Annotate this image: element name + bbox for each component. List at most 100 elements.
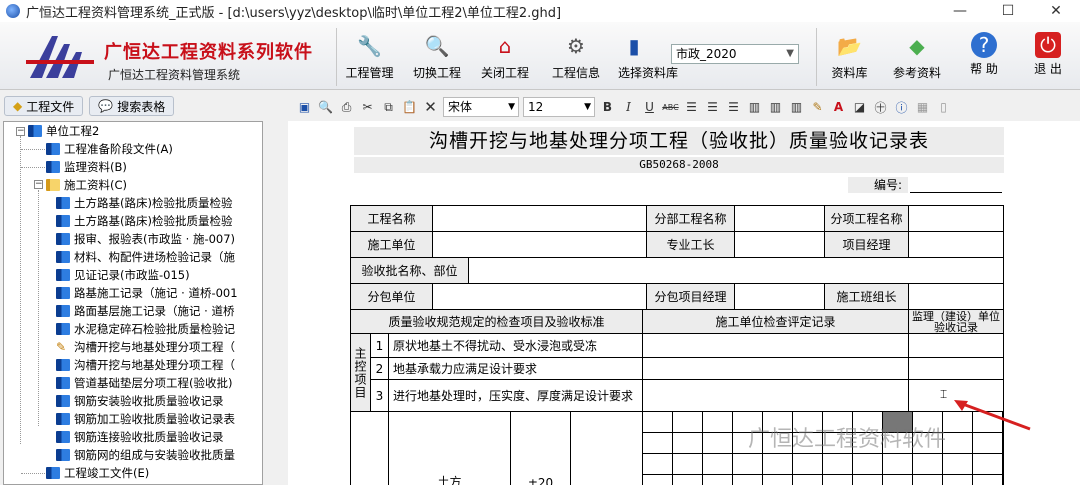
measure-cell[interactable] xyxy=(643,412,673,433)
underline-button[interactable]: U xyxy=(641,99,658,116)
measure-cell[interactable] xyxy=(943,475,973,485)
measure-cell[interactable] xyxy=(793,475,823,485)
project-info-button[interactable]: ⚙ 工程信息 xyxy=(542,28,610,86)
tree-item[interactable]: 见证记录(市政监-015) xyxy=(56,266,190,284)
library-select[interactable]: 市政_2020 ▼ xyxy=(671,44,799,64)
paste-icon[interactable]: 📋 xyxy=(401,99,418,116)
close-window-button[interactable]: ✕ xyxy=(1032,0,1080,22)
grid-icon[interactable]: ▦ xyxy=(914,99,931,116)
measure-cell[interactable] xyxy=(673,475,703,485)
tree-root[interactable]: 单位工程2 xyxy=(28,122,99,140)
measure-cell[interactable] xyxy=(853,475,883,485)
tree-item[interactable]: 钢筋网的组成与安装验收批质量 xyxy=(56,446,235,464)
distribute-icon[interactable]: ▥ xyxy=(767,99,784,116)
tree-item[interactable]: 管道基础垫层分项工程(验收批) xyxy=(56,374,232,392)
measure-cell[interactable] xyxy=(883,475,913,485)
measure-cell[interactable] xyxy=(823,475,853,485)
measure-cell[interactable] xyxy=(763,454,793,475)
justify-icon[interactable]: ▥ xyxy=(746,99,763,116)
measure-cell[interactable] xyxy=(853,454,883,475)
tree-item[interactable]: 路基施工记录（施记 · 道桥-001 xyxy=(56,284,238,302)
switch-project-button[interactable]: 🔍 切换工程 xyxy=(404,28,470,86)
measure-cell[interactable] xyxy=(643,475,673,485)
measure-cell[interactable] xyxy=(793,454,823,475)
input-cell[interactable] xyxy=(433,232,647,258)
exit-button[interactable]: ⏻ 退 出 xyxy=(1020,28,1076,86)
tree-item[interactable]: 钢筋安装验收批质量验收记录 xyxy=(56,392,224,410)
tree-item[interactable]: 钢筋连接验收批质量验收记录 xyxy=(56,428,224,446)
maximize-button[interactable]: ☐ xyxy=(984,0,1032,22)
tree-item-selected[interactable]: ✎ 沟槽开挖与地基处理分项工程（ xyxy=(56,338,235,356)
print-icon[interactable]: ⎙ xyxy=(338,99,355,116)
input-cell[interactable] xyxy=(433,206,647,232)
input-cell[interactable] xyxy=(909,334,1003,358)
measure-cell[interactable] xyxy=(733,454,763,475)
close-project-button[interactable]: ⌂ 关闭工程 xyxy=(472,28,538,86)
italic-button[interactable]: I xyxy=(620,99,637,116)
font-select[interactable]: 宋体 ▼ xyxy=(443,97,519,117)
fill-color-icon[interactable]: ◪ xyxy=(851,99,868,116)
measure-cell[interactable] xyxy=(973,433,1003,454)
info-icon[interactable]: ⓘ xyxy=(893,99,910,116)
input-cell[interactable] xyxy=(909,358,1003,380)
symbol-icon[interactable]: ㊉ xyxy=(872,99,889,116)
align-center-icon[interactable]: ☰ xyxy=(704,99,721,116)
measure-cell[interactable] xyxy=(673,454,703,475)
help-button[interactable]: ? 帮 助 xyxy=(952,28,1016,86)
edit-icon[interactable]: ✎ xyxy=(809,99,826,116)
tree-item[interactable]: 工程准备阶段文件(A) xyxy=(46,140,173,158)
preview-icon[interactable]: 🔍 xyxy=(317,99,334,116)
tab-project-files[interactable]: ◆ 工程文件 xyxy=(4,96,84,116)
measure-cell[interactable] xyxy=(883,454,913,475)
align-right-icon[interactable]: ☰ xyxy=(725,99,742,116)
font-color-icon[interactable]: A xyxy=(830,99,847,116)
measure-cell[interactable] xyxy=(943,433,973,454)
measure-cell[interactable] xyxy=(823,454,853,475)
columns-icon[interactable]: ▥ xyxy=(788,99,805,116)
measure-cell[interactable] xyxy=(913,454,943,475)
number-field[interactable] xyxy=(910,192,1002,193)
tree-item[interactable]: 报审、报验表(市政监 · 施-007) xyxy=(56,230,235,248)
measure-cell[interactable] xyxy=(973,475,1003,485)
measure-cell[interactable] xyxy=(973,454,1003,475)
library-button[interactable]: 📂 资料库 xyxy=(816,28,882,86)
tree-item[interactable]: 监理资料(B) xyxy=(46,158,127,176)
copy-icon[interactable]: ⧉ xyxy=(380,99,397,116)
measure-cell[interactable] xyxy=(913,475,943,485)
cut-icon[interactable]: ✂ xyxy=(359,99,376,116)
measure-cell[interactable] xyxy=(703,433,733,454)
tree-item[interactable]: 水泥稳定碎石检验批质量检验记 xyxy=(56,320,235,338)
tab-search-tables[interactable]: 💬 搜索表格 xyxy=(89,96,175,116)
measure-cell[interactable] xyxy=(763,475,793,485)
tree-item[interactable]: 沟槽开挖与地基处理分项工程（ xyxy=(56,356,235,374)
tree-item[interactable]: 工程竣工文件(E) xyxy=(46,464,149,482)
measure-cell[interactable] xyxy=(643,433,673,454)
tree-item[interactable]: 路面基层施工记录（施记 · 道桥 xyxy=(56,302,234,320)
input-cell[interactable] xyxy=(643,380,909,412)
measure-cell[interactable] xyxy=(943,454,973,475)
input-cell[interactable] xyxy=(571,412,643,485)
input-cell[interactable] xyxy=(643,334,909,358)
delete-icon[interactable]: ✕ xyxy=(422,98,439,116)
align-left-icon[interactable]: ☰ xyxy=(683,99,700,116)
tree-item[interactable]: 材料、构配件进场检验记录（施 xyxy=(56,248,235,266)
measure-cell[interactable] xyxy=(703,454,733,475)
input-cell[interactable] xyxy=(735,206,825,232)
input-cell[interactable] xyxy=(469,258,1003,284)
strike-button[interactable]: ABC xyxy=(662,99,679,116)
save-icon[interactable]: ▣ xyxy=(296,99,313,116)
tree-item[interactable]: 钢筋加工验收批质量验收记录表 xyxy=(56,410,235,428)
font-size-select[interactable]: 12 ▼ xyxy=(523,97,595,117)
reference-button[interactable]: ◆ 参考资料 xyxy=(884,28,950,86)
input-cell[interactable] xyxy=(433,284,647,310)
input-cell[interactable] xyxy=(909,284,1003,310)
tree-item[interactable]: 土方路基(路床)检验批质量检验 xyxy=(56,194,232,212)
input-cell[interactable] xyxy=(643,358,909,380)
measure-cell[interactable] xyxy=(673,433,703,454)
measure-cell[interactable] xyxy=(733,475,763,485)
measure-cell[interactable] xyxy=(673,412,703,433)
collapse-toggle[interactable]: − xyxy=(16,127,25,136)
collapse-toggle[interactable]: − xyxy=(34,180,43,189)
page-icon[interactable]: ▯ xyxy=(935,99,952,116)
input-cell[interactable] xyxy=(735,284,825,310)
